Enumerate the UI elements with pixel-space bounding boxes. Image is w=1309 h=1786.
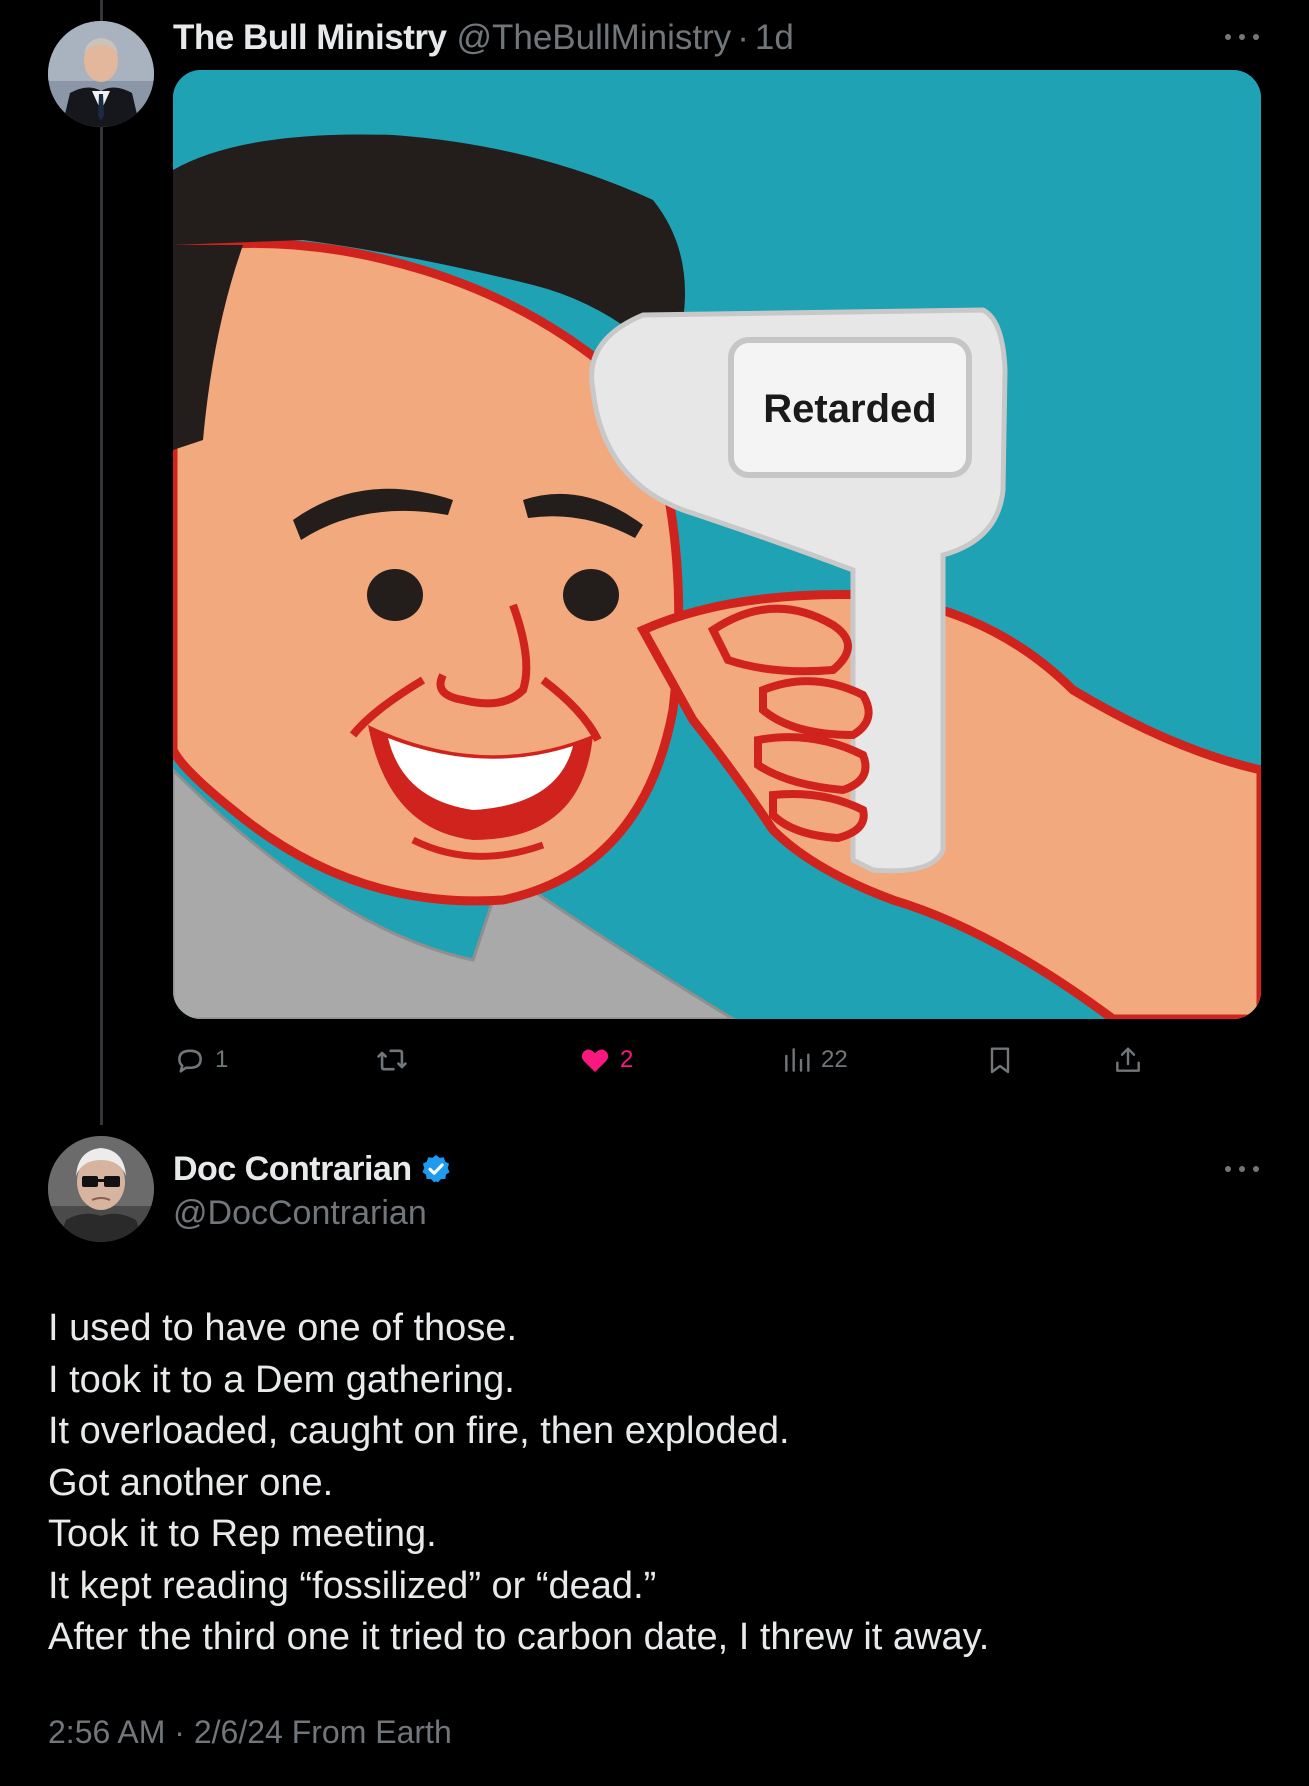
tweet-text: I used to have one of those. I took it t… [48,1303,1268,1664]
tweet-text-line: After the third one it tried to carbon d… [48,1616,990,1658]
like-count: 2 [620,1046,634,1073]
verified-badge-icon[interactable] [420,1153,452,1185]
reply-button[interactable]: 1 [173,1036,228,1084]
tweet-text-line: Took it to Rep meeting. [48,1513,437,1555]
tweet-header: The Bull Ministry @TheBullMinistry · 1d [173,16,794,60]
tweet-actions: 1 2 22 [0,1036,1309,1084]
views-count: 22 [821,1046,848,1073]
views-icon [785,1048,810,1072]
tweet-text-line: It kept reading “fossilized” or “dead.” [48,1564,657,1607]
user-handle[interactable]: @TheBullMinistry [456,18,731,58]
tweet-text-line: It overloaded, caught on fire, then expl… [48,1410,790,1452]
tweet-meta-timestamp[interactable]: 2:56 AM · 2/6/24 From Earth [48,1714,452,1751]
retweet-icon [377,1049,407,1071]
user-handle[interactable]: @DocContrarian [173,1194,452,1233]
retweet-button[interactable] [374,1036,410,1084]
like-button[interactable]: 2 [578,1036,633,1084]
separator-dot: · [737,18,749,57]
reply-count: 1 [215,1046,229,1073]
tweet-timestamp[interactable]: 1d [755,18,794,58]
more-icon[interactable] [1225,32,1259,42]
avatar[interactable] [48,21,154,127]
share-button[interactable] [1112,1036,1144,1084]
avatar[interactable] [48,1136,154,1242]
reply-icon [178,1049,202,1073]
thermometer-display-text: Retarded [763,387,936,431]
tweet-image[interactable]: Retarded [173,70,1261,1019]
tweet-text-line: I used to have one of those. [48,1307,518,1349]
thread-connector-line [100,0,103,1125]
more-icon[interactable] [1225,1164,1259,1174]
display-name[interactable]: The Bull Ministry [173,18,447,58]
heart-icon [581,1049,609,1073]
share-icon [1116,1047,1140,1072]
bookmark-icon [990,1047,1010,1074]
bookmark-button[interactable] [984,1036,1016,1084]
tweet-text-line: Got another one. [48,1461,334,1504]
tweet-header: Doc Contrarian @DocContrarian [173,1148,452,1233]
views-button[interactable]: 22 [781,1036,848,1084]
tweet-text-line: I took it to a Dem gathering. [48,1358,515,1401]
display-name[interactable]: Doc Contrarian [173,1150,412,1189]
